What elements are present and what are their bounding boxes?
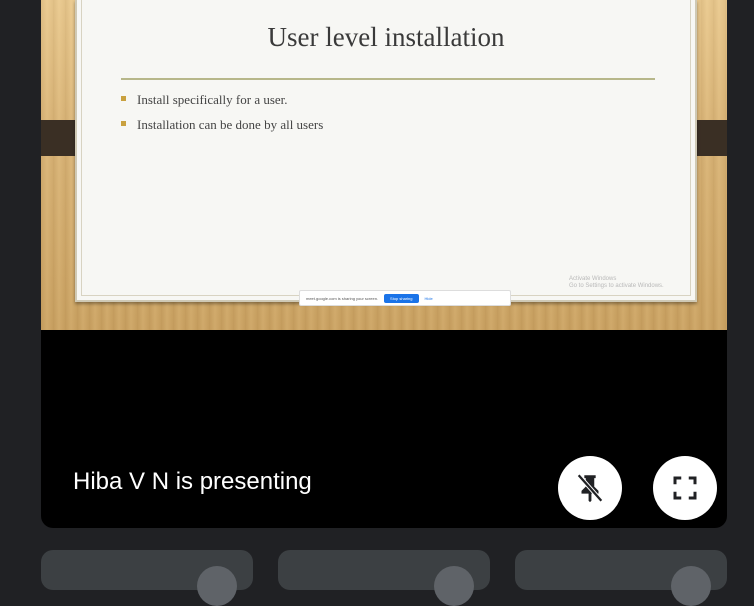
stop-sharing-button[interactable]: Stop sharing	[384, 293, 419, 303]
fullscreen-button[interactable]	[653, 456, 717, 520]
shared-screen: User level installation Install specific…	[41, 0, 727, 330]
participant-tile[interactable]	[515, 550, 727, 606]
bullet-icon	[121, 121, 126, 126]
participant-tile[interactable]	[41, 550, 253, 606]
activate-windows-watermark: Activate Windows Go to Settings to activ…	[569, 276, 679, 290]
bullet-text: Install specifically for a user.	[137, 92, 288, 107]
presenter-label: Hiba V N is presenting	[73, 468, 312, 495]
slide: User level installation Install specific…	[75, 0, 697, 306]
avatar	[197, 566, 237, 606]
bullet-text: Installation can be done by all users	[137, 117, 324, 132]
presentation-tile[interactable]: User level installation Install specific…	[41, 0, 727, 528]
title-divider	[121, 78, 655, 80]
sharing-notification-bar: meet.google.com is sharing your screen. …	[299, 290, 511, 306]
participant-tile[interactable]	[278, 550, 490, 606]
slide-bullets: Install specifically for a user. Install…	[121, 92, 323, 142]
hide-button[interactable]: Hide	[425, 296, 433, 301]
slide-title: User level installation	[267, 22, 505, 52]
slide-bullet: Installation can be done by all users	[121, 117, 323, 133]
avatar	[434, 566, 474, 606]
bullet-icon	[121, 96, 126, 101]
unpin-button[interactable]	[558, 456, 622, 520]
unpin-icon	[577, 473, 603, 503]
fullscreen-icon	[673, 476, 697, 500]
avatar	[671, 566, 711, 606]
meeting-stage: User level installation Install specific…	[0, 0, 754, 606]
watermark-line-2: Go to Settings to activate Windows.	[569, 283, 664, 289]
slide-bullet: Install specifically for a user.	[121, 92, 323, 108]
sharing-message: meet.google.com is sharing your screen.	[306, 295, 379, 301]
watermark-line-1: Activate Windows	[569, 276, 617, 282]
